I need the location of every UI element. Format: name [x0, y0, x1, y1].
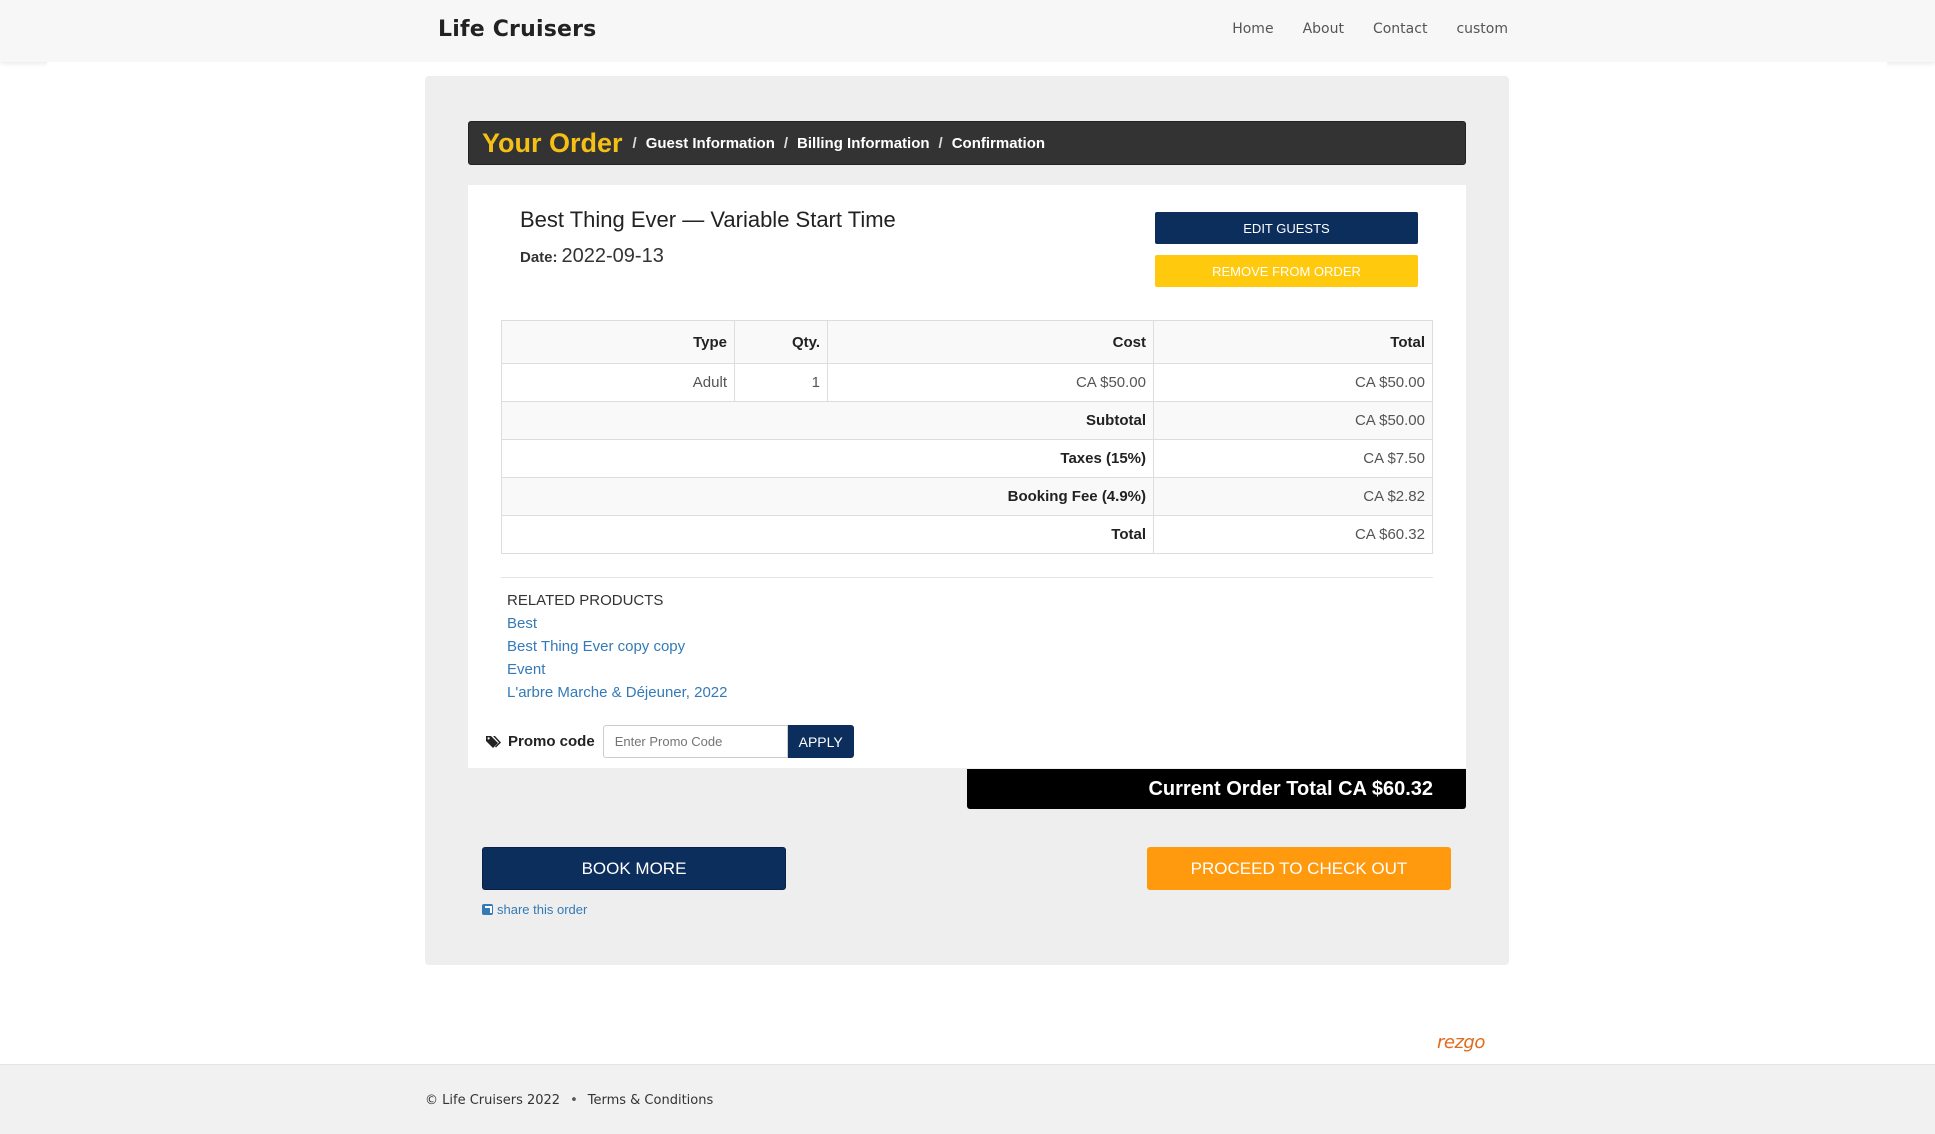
related-product-link[interactable]: Best Thing Ever copy copy: [507, 635, 728, 658]
line-type: Adult: [501, 363, 735, 402]
nav-contact[interactable]: Contact: [1373, 21, 1427, 37]
footer-separator: •: [570, 1093, 578, 1108]
line-cost: CA $50.00: [827, 363, 1154, 402]
booking-fee-row: Booking Fee (4.9%) CA $2.82: [501, 477, 1433, 516]
current-order-total: Current Order Total CA $60.32: [967, 769, 1466, 809]
subtotal-label: Subtotal: [501, 401, 1154, 440]
checkout-steps: Your Order / Guest Information / Billing…: [468, 121, 1466, 165]
taxes-label: Taxes (15%): [501, 439, 1154, 478]
item-title: Best Thing Ever — Variable Start Time: [520, 207, 896, 232]
table-header-row: Type Qty. Cost Total: [501, 320, 1433, 364]
divider: [501, 577, 1433, 578]
total-label: Total: [501, 515, 1154, 554]
step-billing-information: Billing Information: [797, 134, 930, 152]
remove-from-order-button[interactable]: REMOVE FROM ORDER: [1155, 255, 1418, 287]
top-navbar: Life Cruisers Home About Contact custom: [0, 0, 1935, 62]
share-order-link[interactable]: share this order: [482, 902, 587, 917]
step-confirmation: Confirmation: [951, 134, 1046, 152]
nav-home[interactable]: Home: [1232, 21, 1273, 37]
col-type: Type: [501, 320, 735, 364]
share-order-label: share this order: [497, 902, 588, 917]
step-separator: /: [938, 134, 943, 152]
related-product-link[interactable]: Event: [507, 658, 728, 681]
promo-code-label: Promo code: [508, 733, 595, 750]
apply-promo-button[interactable]: APPLY: [787, 725, 854, 758]
brand-logo[interactable]: Life Cruisers: [438, 17, 596, 42]
date-value: 2022-09-13: [561, 245, 664, 267]
related-products-heading: RELATED PRODUCTS: [507, 592, 664, 609]
booking-fee-label: Booking Fee (4.9%): [501, 477, 1154, 516]
footer: © Life Cruisers 2022 • Terms & Condition…: [0, 1064, 1935, 1134]
order-table: Type Qty. Cost Total Adult 1 CA $50.00 C…: [501, 320, 1433, 554]
col-total: Total: [1153, 320, 1433, 364]
share-icon: [482, 904, 493, 915]
rezgo-logo[interactable]: rezgo: [1437, 1032, 1485, 1053]
col-cost: Cost: [827, 320, 1154, 364]
col-qty: Qty.: [734, 320, 828, 364]
book-more-button[interactable]: BOOK MORE: [482, 847, 786, 890]
related-product-link[interactable]: L'arbre Marche & Déjeuner, 2022: [507, 681, 728, 704]
main-nav: Home About Contact custom: [1232, 21, 1508, 37]
promo-code-input[interactable]: [602, 725, 788, 758]
total-value: CA $60.32: [1153, 515, 1433, 554]
edit-guests-button[interactable]: EDIT GUESTS: [1155, 212, 1418, 244]
footer-copyright: © Life Cruisers 2022: [425, 1093, 561, 1108]
item-date-row: Date: 2022-09-13: [520, 245, 664, 268]
tags-icon: [486, 735, 501, 748]
step-separator: /: [783, 134, 789, 152]
table-row: Adult 1 CA $50.00 CA $50.00: [501, 363, 1433, 402]
nav-custom[interactable]: custom: [1456, 21, 1508, 37]
step-guest-information: Guest Information: [645, 134, 775, 152]
date-label: Date:: [520, 249, 558, 266]
footer-content: © Life Cruisers 2022 • Terms & Condition…: [425, 1093, 713, 1108]
taxes-value: CA $7.50: [1153, 439, 1433, 478]
proceed-to-checkout-button[interactable]: PROCEED TO CHECK OUT: [1147, 847, 1451, 890]
taxes-row: Taxes (15%) CA $7.50: [501, 439, 1433, 478]
subtotal-value: CA $50.00: [1153, 401, 1433, 440]
subtotal-row: Subtotal CA $50.00: [501, 401, 1433, 440]
related-products: RELATED PRODUCTS Best Best Thing Ever co…: [507, 589, 728, 704]
nav-about[interactable]: About: [1303, 21, 1344, 37]
step-your-order: Your Order: [482, 127, 623, 158]
promo-code-form: Promo code APPLY: [486, 725, 854, 758]
booking-fee-value: CA $2.82: [1153, 477, 1433, 516]
total-row: Total CA $60.32: [501, 515, 1433, 554]
line-qty: 1: [734, 363, 828, 402]
line-total: CA $50.00: [1153, 363, 1433, 402]
step-separator: /: [632, 134, 637, 152]
terms-link[interactable]: Terms & Conditions: [588, 1093, 714, 1108]
related-product-link[interactable]: Best: [507, 612, 728, 635]
